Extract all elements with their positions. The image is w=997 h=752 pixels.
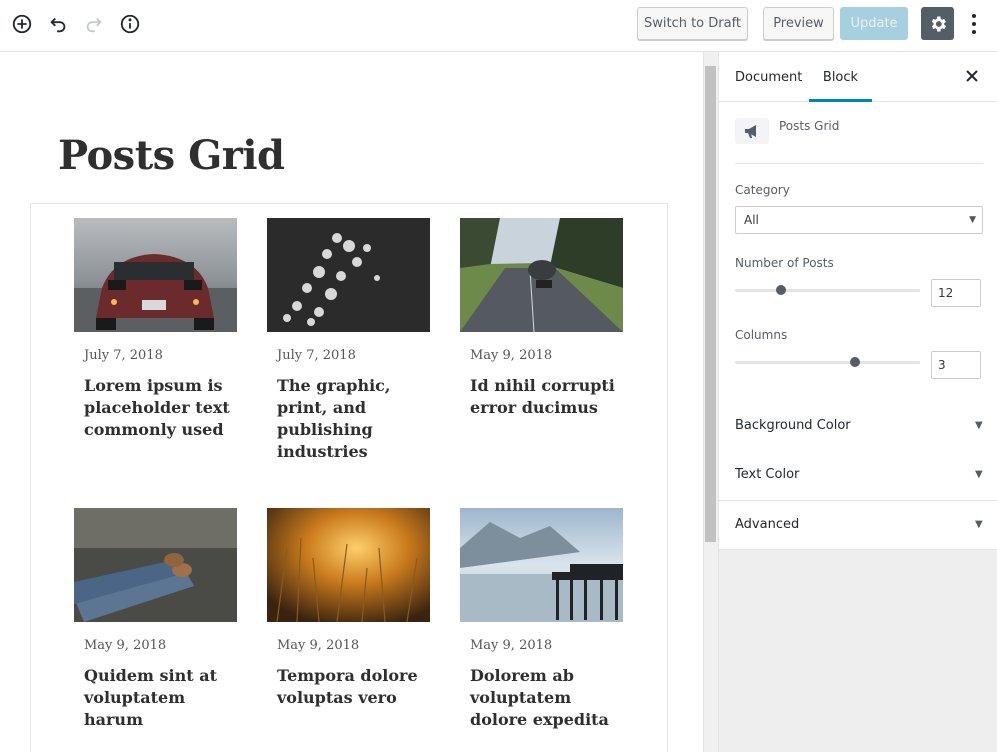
post-date: May 9, 2018 (470, 638, 553, 653)
post-title[interactable]: Id nihil corrupti error ducimus (470, 375, 630, 419)
post-image (74, 218, 237, 332)
columns-input[interactable]: 3 (931, 351, 981, 379)
panel-text-color[interactable]: Text Color ▼ (719, 451, 997, 500)
info-icon[interactable] (118, 12, 142, 36)
number-of-posts-slider[interactable] (735, 289, 920, 292)
columns-label: Columns (735, 328, 788, 342)
block-card: Posts Grid (735, 114, 983, 164)
sidebar-tabs: Document Block (719, 52, 997, 102)
gear-icon (931, 16, 946, 31)
plus-circle-icon[interactable] (10, 12, 34, 36)
category-label: Category (735, 183, 790, 197)
settings-button[interactable] (921, 7, 954, 40)
post-title[interactable]: Tempora dolore voluptas vero (277, 665, 437, 709)
chevron-down-icon: ▼ (975, 519, 983, 530)
post-card[interactable]: July 7, 2018 Lorem ipsum is placeholder … (74, 218, 237, 439)
preview-button[interactable]: Preview (763, 7, 834, 40)
editor-canvas: Posts Grid July 7, 2018 Lorem ipsum is p… (0, 52, 703, 752)
close-icon[interactable] (963, 67, 981, 85)
update-button[interactable]: Update (840, 7, 908, 40)
post-card[interactable]: July 7, 2018 The graphic, print, and pub… (267, 218, 430, 461)
post-image (267, 218, 430, 332)
columns-slider-thumb[interactable] (850, 357, 861, 367)
chevron-down-icon: ▼ (969, 215, 976, 225)
number-of-posts-label: Number of Posts (735, 256, 834, 270)
post-card[interactable]: May 9, 2018 Id nihil corrupti error duci… (460, 218, 623, 417)
settings-sidebar: Document Block Posts Grid Category All ▼… (718, 52, 997, 752)
post-title[interactable]: Dolorem ab voluptatem dolore expedita (470, 665, 630, 731)
post-title[interactable]: The graphic, print, and publishing indus… (277, 375, 437, 463)
post-title[interactable]: Lorem ipsum is placeholder text commonly… (84, 375, 244, 441)
post-card[interactable]: May 9, 2018 Quidem sint at voluptatem ha… (74, 508, 237, 729)
scrollbar-thumb[interactable] (705, 66, 716, 542)
post-title[interactable]: Quidem sint at voluptatem harum (84, 665, 244, 731)
tab-document[interactable]: Document (735, 52, 802, 102)
post-image (74, 508, 237, 622)
panel-title: Text Color (735, 467, 800, 482)
tab-block[interactable]: Block (809, 52, 872, 102)
megaphone-icon (735, 118, 769, 144)
panel-title: Background Color (735, 418, 851, 433)
block-name: Posts Grid (779, 119, 840, 133)
undo-icon[interactable] (46, 12, 70, 36)
sidebar-empty-area (719, 549, 997, 752)
post-date: May 9, 2018 (84, 638, 167, 653)
post-date: July 7, 2018 (277, 348, 356, 363)
category-value: All (744, 213, 759, 227)
post-date: May 9, 2018 (470, 348, 553, 363)
more-vertical-icon[interactable] (964, 10, 984, 38)
panel-advanced[interactable]: Advanced ▼ (719, 500, 997, 549)
post-date: July 7, 2018 (84, 348, 163, 363)
chevron-down-icon: ▼ (975, 420, 983, 431)
post-card[interactable]: May 9, 2018 Tempora dolore voluptas vero (267, 508, 430, 707)
post-image (267, 508, 430, 622)
chevron-down-icon: ▼ (975, 469, 983, 480)
category-select[interactable]: All ▼ (735, 206, 983, 234)
post-image (460, 508, 623, 622)
switch-to-draft-button[interactable]: Switch to Draft (637, 7, 748, 40)
redo-icon[interactable] (82, 12, 106, 36)
number-of-posts-slider-thumb[interactable] (776, 285, 787, 295)
panel-title: Advanced (735, 517, 800, 532)
panel-background-color[interactable]: Background Color ▼ (719, 402, 997, 451)
post-card[interactable]: May 9, 2018 Dolorem ab voluptatem dolore… (460, 508, 623, 729)
post-image (460, 218, 623, 332)
post-date: May 9, 2018 (277, 638, 360, 653)
columns-slider[interactable] (735, 361, 920, 364)
number-of-posts-input[interactable]: 12 (931, 279, 981, 307)
editor-toolbar: Switch to Draft Preview Update (0, 0, 997, 52)
page-title[interactable]: Posts Grid (58, 132, 285, 179)
